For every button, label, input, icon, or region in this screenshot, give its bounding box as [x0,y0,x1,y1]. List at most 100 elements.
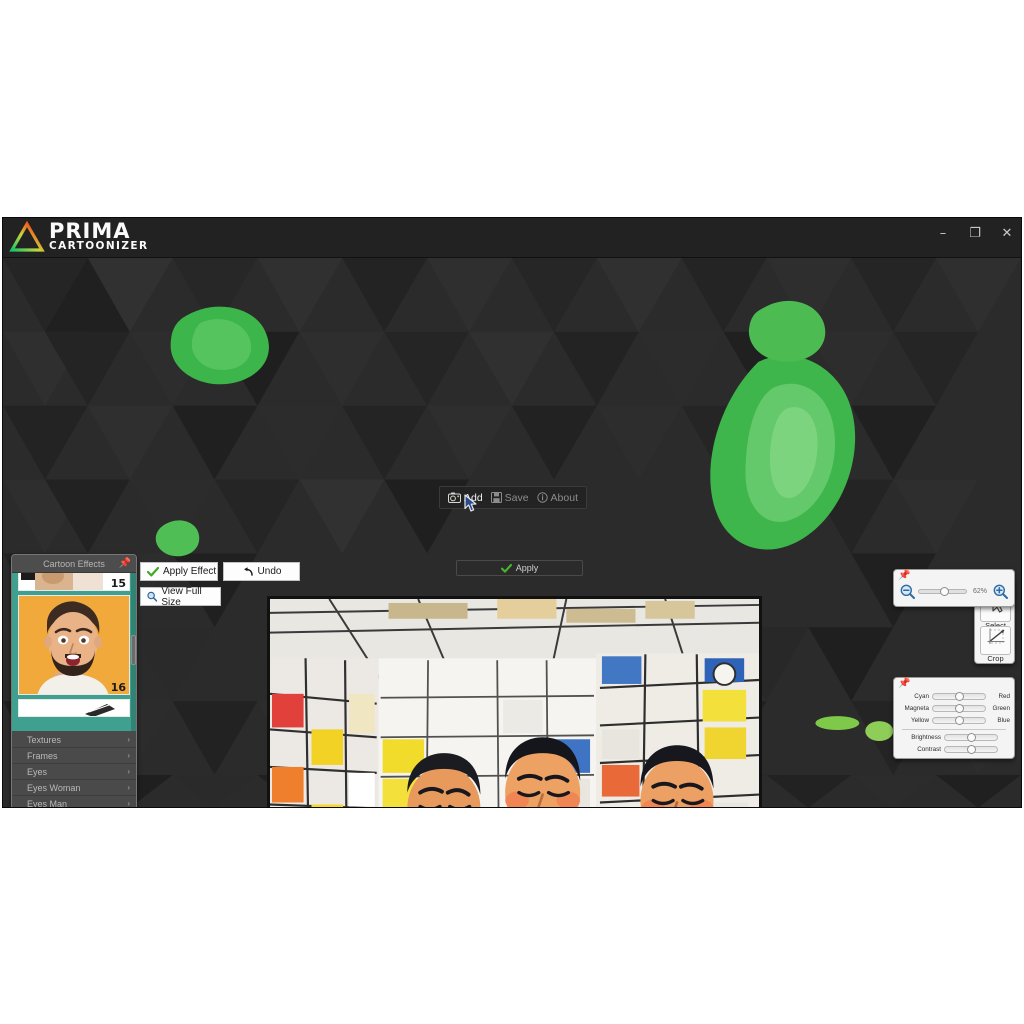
slider-knob[interactable] [966,745,976,754]
menu-item-textures[interactable]: Textures › [12,732,136,748]
slider-knob[interactable] [954,704,964,713]
scrollbar-thumb[interactable] [131,635,136,665]
effect-thumbnail-list[interactable]: 15 16 [12,573,136,731]
contrast-slider[interactable] [944,745,998,754]
cartoon-effects-panel: Cartoon Effects 📌 15 16 Textures › Frame… [11,554,137,808]
undo-label: Undo [257,566,282,577]
pin-icon[interactable]: 📌 [898,571,910,581]
crop-icon [987,628,1005,644]
effects-scrollbar[interactable] [131,573,136,731]
apply-effect-button[interactable]: Apply Effect [140,562,218,581]
green-label: Green [992,705,1010,712]
title-bar: PRIMA CARTOONIZER – ❐ ✕ [3,218,1021,258]
yellow-blue-slider[interactable] [932,716,986,725]
cyan-red-slider[interactable] [932,692,986,701]
zoom-slider[interactable] [918,587,967,596]
chevron-right-icon: › [127,783,130,792]
menu-item-label: Eyes Woman [27,782,81,793]
zoom-panel: 📌 62% [893,569,1015,607]
app-logo: PRIMA CARTOONIZER [9,220,148,254]
zoom-slider-knob[interactable] [939,587,949,596]
about-button-label: About [550,491,578,504]
chevron-right-icon: › [127,751,130,760]
zoom-controls-row: 62% [894,584,1014,599]
magnifier-icon [147,591,158,602]
application-window: PRIMA CARTOONIZER – ❐ ✕ Add Save About A… [2,217,1022,808]
contrast-slider-row: Contrast [898,744,1010,755]
check-icon [500,563,512,573]
view-full-size-label: View Full Size [161,585,202,608]
undo-button[interactable]: Undo [223,562,300,581]
cyan-red-slider-row: Cyan Red [898,691,1010,702]
thumbnail-preview-image [19,700,129,716]
chevron-right-icon: › [127,735,130,744]
magneta-green-slider-row: Magneta Green [898,703,1010,714]
menu-item-label: Eyes Man [27,798,68,808]
apply-effect-label: Apply Effect [163,566,217,577]
magneta-green-slider[interactable] [932,704,986,713]
blue-label: Blue [997,717,1010,724]
menu-item-label: Textures [27,734,62,745]
maximize-button[interactable]: ❐ [967,226,983,242]
slider-knob[interactable] [954,692,964,701]
apply-button[interactable]: Apply [456,560,583,576]
check-icon [147,566,159,576]
effects-category-menu: Textures › Frames › Eyes › Eyes Woman › … [12,731,136,808]
save-button[interactable]: Save [490,491,529,504]
prism-triangle-icon [9,220,45,252]
cartoonized-photo: P.Q. [270,599,759,807]
pin-icon[interactable]: 📌 [898,679,910,689]
effect-thumbnail-16[interactable]: 16 [18,595,130,695]
close-button[interactable]: ✕ [999,226,1015,242]
brand-name-primary: PRIMA [49,219,131,244]
magnifier-plus-icon[interactable] [993,584,1008,599]
menu-item-frames[interactable]: Frames › [12,748,136,764]
effect-thumbnail-15[interactable]: 15 [18,573,130,591]
save-button-label: Save [504,491,529,504]
about-button[interactable]: About [536,491,578,504]
apply-button-label: Apply [515,563,539,573]
pin-icon[interactable]: 📌 [119,559,131,569]
magneta-label: Magneta [904,705,929,712]
info-icon [536,492,548,503]
menu-item-label: Eyes [27,766,48,777]
panel-divider [902,729,1006,730]
brightness-slider-row: Brightness [898,732,1010,743]
chevron-right-icon: › [127,799,130,808]
workspace-canvas: Add Save About Apply Cartoon Effects 📌 1… [3,258,1021,808]
brand-name-secondary: CARTOONIZER [49,240,149,253]
main-toolbar: Add Save About [439,486,587,509]
window-controls: – ❐ ✕ [935,226,1015,242]
crop-tool-button[interactable]: Crop [980,626,1011,663]
cyan-label: Cyan [914,693,929,700]
cartoon-effects-header: Cartoon Effects 📌 [12,555,136,573]
mouse-cursor-pointer [464,494,477,512]
effect-thumbnail-number: 15 [110,577,126,590]
red-label: Red [998,693,1010,700]
crop-tool-label: Crop [987,654,1004,663]
minimize-button[interactable]: – [935,226,951,242]
floppy-disk-icon [490,492,502,503]
camera-icon [447,492,461,503]
zoom-percentage-value: 62% [972,588,987,595]
color-adjustment-panel: 📌 Cyan Red Magneta Green Yellow Blue Bri… [893,677,1015,759]
magnifier-minus-icon[interactable] [900,584,915,599]
image-viewport[interactable]: P.Q. [267,596,762,807]
view-full-size-button[interactable]: View Full Size [140,585,221,608]
chevron-right-icon: › [127,767,130,776]
brightness-slider[interactable] [944,733,998,742]
cartoon-effects-title: Cartoon Effects [43,558,105,569]
contrast-label: Contrast [917,746,941,753]
slider-knob[interactable] [954,716,964,725]
yellow-label: Yellow [911,717,929,724]
effect-thumbnail-17[interactable] [18,699,130,717]
menu-item-label: Frames [27,750,58,761]
menu-item-eyes[interactable]: Eyes › [12,764,136,780]
effect-thumbnail-number: 16 [110,681,126,694]
yellow-blue-slider-row: Yellow Blue [898,715,1010,726]
brightness-label: Brightness [911,734,941,741]
slider-knob[interactable] [966,733,976,742]
menu-item-eyes-woman[interactable]: Eyes Woman › [12,780,136,796]
menu-item-eyes-man[interactable]: Eyes Man › [12,796,136,808]
undo-arrow-icon [243,566,253,576]
